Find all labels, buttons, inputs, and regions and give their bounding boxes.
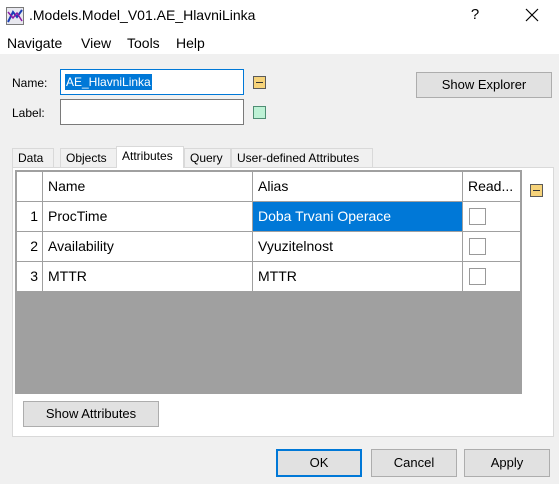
cell-alias[interactable]: Vyuzitelnost: [253, 232, 463, 262]
name-field-value: AE_HlavniLinka: [65, 74, 152, 90]
menu-help[interactable]: Help: [176, 35, 205, 51]
show-attributes-button[interactable]: Show Attributes: [23, 401, 159, 427]
tab-data[interactable]: Data: [12, 148, 54, 167]
label-label: Label:: [12, 106, 45, 120]
cell-read-only: [463, 232, 520, 262]
table-object-minus-icon[interactable]: [530, 184, 543, 197]
name-field[interactable]: AE_HlavniLinka: [60, 69, 244, 95]
menu-tools[interactable]: Tools: [127, 35, 160, 51]
row-number[interactable]: 2: [17, 232, 43, 262]
table-row[interactable]: 1 ProcTime Doba Trvani Operace: [17, 202, 520, 232]
cell-alias[interactable]: Doba Trvani Operace: [253, 202, 463, 232]
apply-button[interactable]: Apply: [464, 449, 550, 477]
show-explorer-button[interactable]: Show Explorer: [416, 72, 552, 98]
attributes-table[interactable]: Name Alias Read... 1 ProcTime Doba Trvan…: [15, 170, 522, 394]
table-header-row: Name Alias Read...: [17, 172, 520, 202]
menu-navigate[interactable]: Navigate: [7, 35, 62, 51]
name-label: Name:: [12, 76, 48, 90]
tab-attributes[interactable]: Attributes: [116, 146, 184, 168]
app-icon: [6, 7, 24, 25]
label-field[interactable]: [60, 99, 244, 125]
read-only-checkbox[interactable]: [469, 268, 486, 285]
table-row[interactable]: 2 Availability Vyuzitelnost: [17, 232, 520, 262]
label-color-icon[interactable]: [253, 106, 266, 119]
close-icon: [525, 8, 539, 22]
read-only-checkbox[interactable]: [469, 238, 486, 255]
column-header-name[interactable]: Name: [43, 172, 253, 202]
corner-cell[interactable]: [17, 172, 43, 202]
column-header-read-only[interactable]: Read...: [463, 172, 520, 202]
cell-alias[interactable]: MTTR: [253, 262, 463, 292]
tab-query[interactable]: Query: [184, 148, 231, 167]
menu-bar: Navigate View Tools Help: [0, 32, 559, 54]
table-row[interactable]: 3 MTTR MTTR: [17, 262, 520, 292]
row-number[interactable]: 1: [17, 202, 43, 232]
row-number[interactable]: 3: [17, 262, 43, 292]
menu-view[interactable]: View: [81, 35, 111, 51]
tab-user-defined-attributes[interactable]: User-defined Attributes: [231, 148, 373, 167]
help-button[interactable]: ?: [462, 4, 488, 26]
ok-button[interactable]: OK: [276, 449, 362, 477]
cell-read-only: [463, 262, 520, 292]
window-title: .Models.Model_V01.AE_HlavniLinka: [29, 7, 256, 23]
title-bar: .Models.Model_V01.AE_HlavniLinka ?: [0, 0, 559, 32]
cell-name[interactable]: Availability: [43, 232, 253, 262]
close-button[interactable]: [518, 4, 546, 26]
cell-read-only: [463, 202, 520, 232]
cell-name[interactable]: ProcTime: [43, 202, 253, 232]
read-only-checkbox[interactable]: [469, 208, 486, 225]
cancel-button[interactable]: Cancel: [371, 449, 457, 477]
column-header-alias[interactable]: Alias: [253, 172, 463, 202]
cell-name[interactable]: MTTR: [43, 262, 253, 292]
object-minus-icon[interactable]: [253, 76, 266, 89]
tab-objects[interactable]: Objects: [60, 148, 117, 167]
